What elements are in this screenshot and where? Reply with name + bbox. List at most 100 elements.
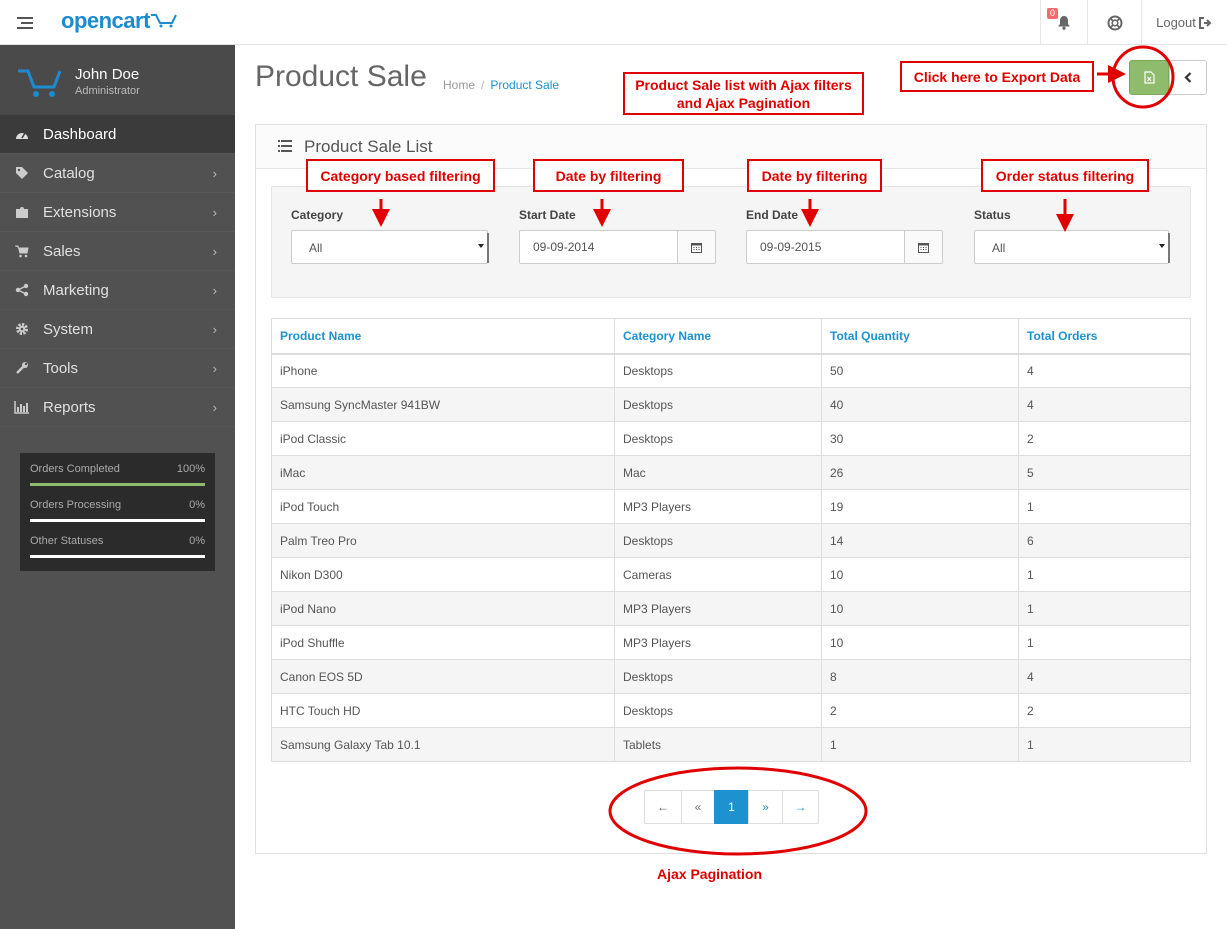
sidebar-item-system[interactable]: System › (0, 310, 235, 349)
user-name: John Doe (75, 66, 140, 83)
export-button[interactable] (1129, 60, 1169, 95)
cell-product-name: HTC Touch HD (271, 693, 615, 728)
column-header-total-orders[interactable]: Total Orders (1018, 318, 1191, 355)
category-select-value: All (309, 241, 323, 255)
back-button[interactable] (1169, 60, 1207, 95)
sidebar-item-marketing[interactable]: Marketing › (0, 271, 235, 310)
pagination-prev-button[interactable]: « (681, 790, 715, 824)
cog-icon (0, 322, 43, 336)
start-date-label: Start Date (519, 208, 576, 222)
cell-category-name: Desktops (614, 421, 822, 456)
stat-value: 100% (176, 463, 205, 475)
cell-total-quantity: 10 (821, 625, 1019, 660)
annotation-list-line1: Product Sale list with Ajax filters (635, 76, 852, 93)
hamburger-icon (17, 16, 33, 29)
table-row: HTC Touch HD Desktops 2 2 (271, 693, 1191, 728)
category-select[interactable]: All (291, 230, 489, 264)
sidebar-item-label: Reports (43, 398, 96, 416)
cell-total-quantity: 30 (821, 421, 1019, 456)
opencart-logo[interactable]: opencart (61, 8, 178, 34)
sidebar-item-extensions[interactable]: Extensions › (0, 193, 235, 232)
breadcrumb-current-link[interactable]: Product Sale (490, 78, 559, 92)
column-header-total-quantity[interactable]: Total Quantity (821, 318, 1019, 355)
notification-badge: 0 (1047, 8, 1059, 19)
stat-value: 0% (189, 499, 205, 511)
breadcrumb-home-link[interactable]: Home (443, 78, 475, 92)
chevron-right-icon: › (212, 283, 217, 298)
avatar-cart-icon (18, 69, 62, 97)
sidebar-item-label: Sales (43, 242, 81, 260)
sidebar-item-dashboard[interactable]: Dashboard (0, 115, 235, 154)
table-row: iPod Nano MP3 Players 10 1 (271, 591, 1191, 626)
cell-category-name: Cameras (614, 557, 822, 592)
stat-label: Orders Completed (30, 463, 120, 475)
pagination-page-1[interactable]: 1 (714, 790, 749, 824)
status-select[interactable]: All (974, 230, 1170, 264)
sidebar-item-tools[interactable]: Tools › (0, 349, 235, 388)
chevron-right-icon: › (212, 400, 217, 415)
column-header-product-name[interactable]: Product Name (271, 318, 615, 355)
cell-product-name: Palm Treo Pro (271, 523, 615, 558)
end-date-input[interactable] (747, 231, 905, 263)
annotation-status: Order status filtering (981, 159, 1149, 192)
cell-total-orders: 6 (1018, 523, 1191, 558)
sidebar-item-reports[interactable]: Reports › (0, 388, 235, 427)
table-row: iPhone Desktops 50 4 (271, 353, 1191, 388)
sidebar-item-label: Dashboard (43, 125, 117, 143)
annotation-list: Product Sale list with Ajax filters and … (623, 72, 864, 115)
pagination-next-button[interactable]: » (748, 790, 783, 824)
end-date-calendar-button[interactable] (904, 231, 942, 263)
logout-button[interactable]: Logout (1141, 0, 1227, 45)
cell-total-quantity: 10 (821, 591, 1019, 626)
chevron-right-icon: › (212, 166, 217, 181)
cell-total-quantity: 40 (821, 387, 1019, 422)
stat-progress-bar (30, 483, 205, 486)
cell-total-quantity: 19 (821, 489, 1019, 524)
order-stats-panel: Orders Completed 100% Orders Processing … (20, 453, 215, 571)
sidebar-item-label: Marketing (43, 281, 109, 299)
cell-product-name: iPhone (271, 353, 615, 388)
wrench-icon (0, 361, 43, 375)
start-date-input[interactable] (520, 231, 678, 263)
cell-product-name: Canon EOS 5D (271, 659, 615, 694)
sidebar-item-label: Extensions (43, 203, 117, 221)
status-label: Status (974, 208, 1011, 222)
help-button[interactable] (1087, 0, 1141, 45)
pagination-last-button[interactable]: → (782, 790, 819, 824)
cell-total-orders: 1 (1018, 591, 1191, 626)
cell-category-name: Desktops (614, 387, 822, 422)
cell-total-orders: 2 (1018, 421, 1191, 456)
sidebar-item-label: Catalog (43, 164, 95, 182)
table-row: Canon EOS 5D Desktops 8 4 (271, 659, 1191, 694)
stat-label: Other Statuses (30, 535, 104, 547)
logout-label: Logout (1156, 15, 1196, 30)
end-date-group (746, 230, 943, 264)
cell-category-name: MP3 Players (614, 489, 822, 524)
stat-progress-bar (30, 519, 205, 522)
notifications-button[interactable]: 0 (1040, 0, 1086, 45)
start-date-group (519, 230, 716, 264)
pagination-first-button[interactable]: ← (644, 790, 682, 824)
cell-total-orders: 2 (1018, 693, 1191, 728)
annotation-export: Click here to Export Data (900, 61, 1094, 92)
sidebar-item-sales[interactable]: Sales › (0, 232, 235, 271)
table-row: Samsung SyncMaster 941BW Desktops 40 4 (271, 387, 1191, 422)
status-select-value: All (992, 241, 1006, 255)
pagination: ← « 1 » → (644, 790, 819, 824)
cell-product-name: iMac (271, 455, 615, 490)
tags-icon (0, 166, 43, 180)
sidebar-item-catalog[interactable]: Catalog › (0, 154, 235, 193)
user-role: Administrator (75, 85, 140, 97)
cell-total-orders: 4 (1018, 659, 1191, 694)
table-row: iPod Shuffle MP3 Players 10 1 (271, 625, 1191, 660)
caret-down-icon (1159, 244, 1165, 248)
start-date-calendar-button[interactable] (677, 231, 715, 263)
menu-toggle-button[interactable] (0, 0, 50, 45)
stat-label: Orders Processing (30, 499, 122, 511)
user-profile[interactable]: John Doe Administrator (0, 45, 235, 115)
annotation-category: Category based filtering (306, 159, 495, 192)
column-header-category-name[interactable]: Category Name (614, 318, 822, 355)
annotation-list-line2: and Ajax Pagination (676, 94, 811, 111)
dashboard-icon (0, 128, 43, 140)
cell-total-orders: 1 (1018, 625, 1191, 660)
